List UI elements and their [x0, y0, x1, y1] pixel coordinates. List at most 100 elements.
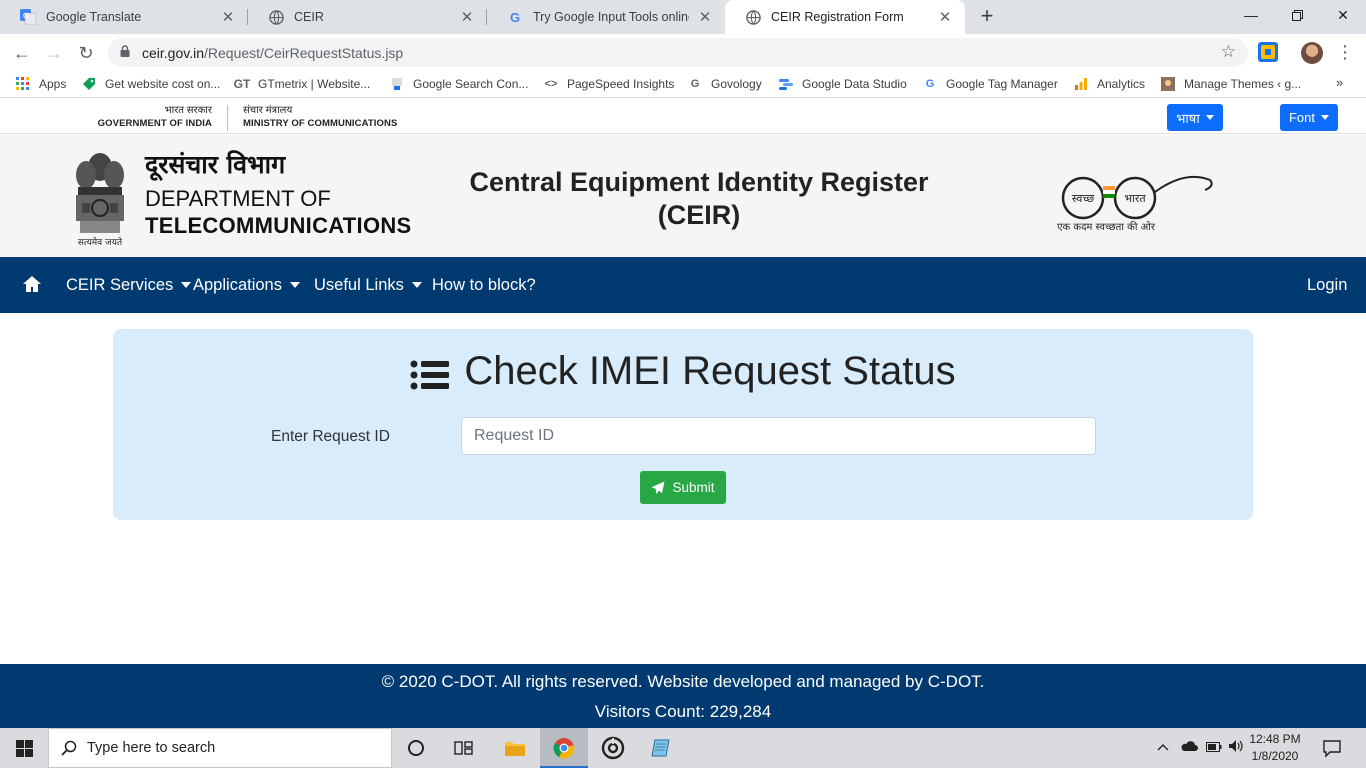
- nav-label: Applications: [193, 275, 282, 294]
- page-title-text: Check IMEI Request Status: [464, 349, 956, 393]
- cortana-icon[interactable]: [392, 728, 440, 768]
- language-dropdown-button[interactable]: भाषा: [1167, 104, 1223, 131]
- extension-icon[interactable]: [1258, 42, 1278, 62]
- close-tab-icon[interactable]: ✕: [937, 8, 953, 26]
- tab-google-input-tools[interactable]: G Try Google Input Tools online – G ✕: [487, 0, 725, 34]
- divider: [227, 105, 228, 131]
- bookmark-label: Google Search Con...: [413, 77, 529, 91]
- close-tab-icon[interactable]: ✕: [220, 8, 236, 26]
- page-title: Check IMEI Request Status: [113, 349, 1253, 394]
- font-dropdown-button[interactable]: Font: [1280, 104, 1338, 131]
- submit-button[interactable]: Submit: [640, 471, 726, 504]
- battery-icon[interactable]: [1206, 741, 1222, 755]
- notification-icon[interactable]: [1322, 738, 1342, 758]
- bookmark-gtmetrix[interactable]: GT GTmetrix | Website...: [233, 75, 371, 93]
- bookmark-data-studio[interactable]: Google Data Studio: [778, 75, 907, 93]
- close-tab-icon[interactable]: ✕: [697, 8, 713, 26]
- address-bar-row: ← → ↻ ceir.gov.in/Request/CeirRequestSta…: [0, 34, 1366, 71]
- bookmark-search-console[interactable]: Google Search Con...: [389, 75, 528, 93]
- chrome-taskbar-icon[interactable]: [540, 728, 588, 768]
- caret-down-icon: [181, 282, 192, 288]
- taskbar-search-box[interactable]: Type here to search: [48, 728, 392, 768]
- national-emblem-icon: सत्यमेव जयते: [68, 145, 132, 249]
- media-app-icon[interactable]: [589, 728, 637, 768]
- globe-icon: [745, 9, 761, 25]
- nav-useful-links[interactable]: Useful Links: [314, 257, 422, 313]
- data-studio-icon: [778, 76, 794, 92]
- swachh-left-word: स्वच्छ: [1071, 192, 1095, 205]
- copyright-text: © 2020 C-DOT. All rights reserved. Websi…: [381, 672, 985, 691]
- tab-google-translate[interactable]: G Google Translate ✕: [0, 0, 248, 34]
- bookmark-analytics[interactable]: Analytics: [1073, 75, 1145, 93]
- windows-start-icon[interactable]: [0, 728, 48, 768]
- nav-label: How to block?: [432, 275, 536, 294]
- search-icon: [61, 740, 77, 756]
- nav-login[interactable]: Login: [1307, 257, 1347, 313]
- font-button-label: Font: [1288, 110, 1315, 125]
- nav-label: CEIR Services: [66, 275, 174, 294]
- close-window-icon[interactable]: ✕: [1320, 0, 1366, 30]
- home-icon[interactable]: [22, 275, 44, 295]
- ministry-of-communications: संचार मंत्रालय MINISTRY OF COMMUNICATION…: [243, 104, 397, 130]
- tab-ceir[interactable]: CEIR ✕: [248, 0, 487, 34]
- bookmark-manage-themes[interactable]: Manage Themes ‹ g...: [1160, 75, 1301, 93]
- department-name-line2: TELECOMMUNICATIONS: [145, 213, 412, 238]
- swachh-right-word: भारत: [1124, 192, 1146, 205]
- gtmetrix-icon: GT: [233, 77, 251, 91]
- clock-date: 1/8/2020: [1251, 749, 1299, 763]
- close-tab-icon[interactable]: ✕: [459, 8, 475, 26]
- more-bookmarks-icon[interactable]: »: [1336, 75, 1343, 90]
- request-id-input[interactable]: [461, 417, 1096, 455]
- chrome-menu-icon[interactable]: ⋮: [1336, 40, 1354, 64]
- bookmark-pagespeed[interactable]: <> PageSpeed Insights: [543, 75, 675, 93]
- bookmark-govology[interactable]: G Govology: [687, 75, 762, 93]
- bookmark-star-icon[interactable]: ☆: [1221, 42, 1236, 62]
- onedrive-cloud-icon[interactable]: [1180, 741, 1198, 755]
- government-strip: भारत सरकार GOVERNMENT OF INDIA संचार मंत…: [0, 103, 1366, 134]
- bookmark-label: Govology: [711, 77, 762, 91]
- profile-avatar[interactable]: [1301, 42, 1323, 64]
- notepad-icon[interactable]: [637, 728, 685, 768]
- gov-english: GOVERNMENT OF INDIA: [97, 118, 212, 129]
- url-field[interactable]: ceir.gov.in/Request/CeirRequestStatus.js…: [108, 38, 1248, 67]
- bookmark-label: Google Tag Manager: [946, 77, 1058, 91]
- bookmark-tag-manager[interactable]: G Google Tag Manager: [922, 75, 1058, 93]
- bookmark-apps[interactable]: Apps: [15, 75, 66, 93]
- ministry-hindi: संचार मंत्रालय: [243, 105, 293, 116]
- bookmarks-bar: Apps Get website cost on... GT GTmetrix …: [0, 71, 1366, 98]
- caret-down-icon: [289, 282, 300, 288]
- google-icon: G: [509, 9, 521, 25]
- taskbar-search-placeholder: Type here to search: [87, 740, 216, 756]
- url-host: ceir.gov.in: [142, 44, 204, 61]
- tab-title: Try Google Input Tools online – G: [533, 10, 689, 24]
- analytics-icon: [1073, 76, 1089, 92]
- tab-ceir-registration-form[interactable]: CEIR Registration Form ✕: [725, 0, 965, 34]
- nav-ceir-services[interactable]: CEIR Services: [66, 257, 192, 313]
- reload-icon[interactable]: ↻: [72, 39, 100, 67]
- tray-chevron-up-icon[interactable]: [1157, 740, 1169, 754]
- swachh-tagline: एक कदम स्वच्छता की ओर: [1057, 222, 1155, 233]
- file-explorer-icon[interactable]: [491, 728, 539, 768]
- browser-tab-strip: G Google Translate ✕ CEIR ✕ G Try Google…: [0, 0, 1366, 34]
- restore-icon[interactable]: [1274, 0, 1320, 30]
- task-view-icon[interactable]: [440, 728, 488, 768]
- windows-taskbar: Type here to search 12:48 PM 1/8/2020: [0, 728, 1366, 768]
- apps-grid-icon: [15, 76, 31, 92]
- site-header: सत्यमेव जयते दूरसंचार विभाग DEPARTMENT O…: [0, 135, 1366, 257]
- minimize-icon[interactable]: —: [1228, 0, 1274, 30]
- back-arrow-icon[interactable]: ←: [8, 39, 36, 67]
- nav-applications[interactable]: Applications: [193, 257, 300, 313]
- site-title-line1: Central Equipment Identity Register: [469, 167, 929, 197]
- paper-plane-icon: [651, 481, 665, 494]
- bookmark-label: Analytics: [1097, 77, 1146, 91]
- forward-arrow-icon[interactable]: →: [40, 39, 68, 67]
- bookmark-label: Google Data Studio: [802, 77, 907, 91]
- bookmark-website-cost[interactable]: Get website cost on...: [81, 75, 220, 93]
- department-name-line1: DEPARTMENT OF: [145, 186, 331, 211]
- login-label: Login: [1307, 275, 1348, 294]
- volume-icon[interactable]: [1228, 739, 1244, 756]
- nav-how-to-block[interactable]: How to block?: [432, 257, 536, 313]
- language-button-label: भाषा: [1176, 110, 1200, 126]
- system-clock[interactable]: 12:48 PM 1/8/2020: [1245, 731, 1305, 765]
- new-tab-icon[interactable]: +: [975, 4, 999, 28]
